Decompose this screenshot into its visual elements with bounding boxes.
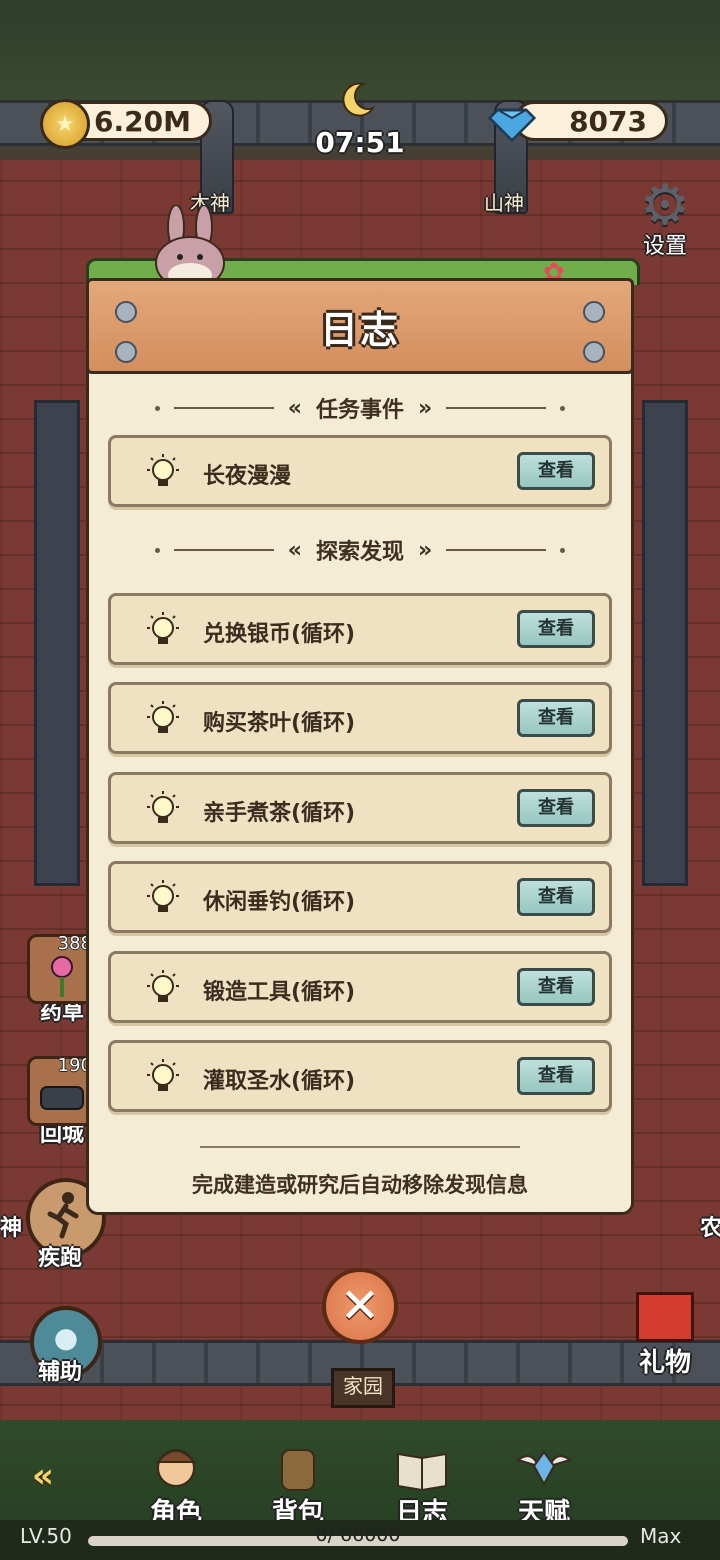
diamond-icon (488, 108, 536, 143)
discovery-name: 锻造工具(循环) (203, 979, 356, 1005)
coin-amount: 6.20M (94, 104, 191, 138)
lightbulb-icon (147, 880, 179, 913)
book-icon (397, 1452, 447, 1492)
nav-talent[interactable]: 天赋 (494, 1440, 594, 1529)
journal-task-row[interactable]: 长夜漫漫 查看 (108, 435, 612, 507)
nav-bag[interactable]: 背包 (248, 1440, 348, 1529)
close-button[interactable]: ✕ (322, 1268, 398, 1344)
lightbulb-icon (147, 1059, 179, 1091)
coin-icon: ★ (40, 99, 90, 149)
double-chevron-left-icon: « (287, 395, 302, 421)
journal-discovery-row[interactable]: 兑换银币(循环) 查看 (108, 593, 612, 665)
journal-footer-note: 完成建造或研究后自动移除发现信息 (192, 1173, 528, 1197)
journal-discovery-row[interactable]: 购买茶叶(循环) 查看 (108, 682, 612, 755)
right-wall (642, 400, 688, 886)
journal-discovery-row[interactable]: 亲手煮茶(循环) 查看 (108, 771, 612, 844)
winged-gem-icon (515, 1450, 573, 1487)
section-tasks-label: 任务事件 (315, 398, 404, 423)
lightbulb-icon (147, 969, 179, 1002)
character-icon (155, 1449, 197, 1487)
lightbulb-icon (147, 612, 179, 644)
journal-discovery-row[interactable]: 休闲垂钓(循环) 查看 (108, 861, 612, 934)
lightbulb-icon (147, 454, 179, 486)
view-button[interactable]: 查看 (517, 610, 595, 648)
view-button[interactable]: 查看 (517, 452, 595, 490)
journal-discovery-row[interactable]: 锻造工具(循环) 查看 (108, 950, 612, 1023)
close-icon: ✕ (339, 1278, 381, 1334)
journal-title: 日志 (319, 307, 400, 352)
discovery-name: 休闲垂钓(循环) (203, 890, 356, 916)
rabbit-mascot (155, 205, 225, 285)
left-wall (34, 400, 80, 886)
xp-progress-text: 0/ 66000 (315, 1524, 401, 1546)
assist-label: 辅助 (38, 1360, 83, 1385)
task-name: 长夜漫漫 (203, 464, 292, 489)
backpack-icon (281, 1449, 315, 1491)
sprint-label: 疾跑 (38, 1246, 83, 1271)
journal-banner: 日志 (86, 278, 634, 374)
view-button[interactable]: 查看 (517, 699, 595, 738)
player-level: LV.50 (20, 1524, 72, 1548)
edge-label-right: 农 (700, 1216, 720, 1241)
gift-button[interactable]: 礼物 (630, 1292, 700, 1379)
settings-button[interactable]: ⚙ 设置 (630, 178, 700, 260)
gear-icon: ⚙ (639, 173, 691, 238)
gift-box-icon (636, 1292, 694, 1342)
home-sign: 家园 (331, 1368, 395, 1408)
edge-label-left: 神 (0, 1216, 23, 1241)
view-button[interactable]: 查看 (517, 1057, 595, 1095)
view-button[interactable]: 查看 (517, 967, 595, 1006)
nav-journal[interactable]: 日志 (372, 1440, 472, 1529)
double-chevron-left-icon: « (287, 537, 302, 563)
bolt-icon (115, 301, 137, 323)
mountain-god-label: 山神 (484, 191, 524, 215)
journal-discovery-row[interactable]: 灌取圣水(循环) 查看 (108, 1040, 612, 1112)
lightbulb-icon (147, 790, 179, 823)
view-button[interactable]: 查看 (517, 788, 595, 827)
bolt-icon (583, 301, 605, 323)
game-clock: 07:51 (315, 126, 405, 159)
running-man-icon (47, 1192, 79, 1239)
bolt-icon (583, 341, 605, 363)
discovery-name: 亲手煮茶(循环) (203, 800, 356, 826)
discovery-name: 购买茶叶(循环) (203, 711, 356, 737)
discovery-name: 兑换银币(循环) (203, 622, 356, 647)
section-header-tasks: « 任务事件 » (86, 392, 634, 424)
collapse-arrow-icon[interactable]: « (32, 1456, 54, 1496)
view-button[interactable]: 查看 (517, 878, 595, 917)
lightbulb-icon (147, 701, 179, 734)
moon-icon (342, 82, 376, 117)
double-chevron-right-icon: » (418, 537, 433, 563)
gem-amount: 8073 (569, 104, 647, 138)
discovery-name: 灌取圣水(循环) (203, 1069, 356, 1094)
gift-label: 礼物 (638, 1348, 691, 1378)
nav-character[interactable]: 角色 (126, 1440, 226, 1529)
section-header-explore: « 探索发现 » (86, 534, 634, 566)
section-explore-label: 探索发现 (315, 540, 404, 565)
bolt-icon (115, 341, 137, 363)
gem-counter: 8073 (514, 101, 668, 141)
xp-max-label: Max (640, 1524, 682, 1548)
footer-divider (200, 1146, 520, 1148)
double-chevron-right-icon: » (418, 395, 433, 421)
